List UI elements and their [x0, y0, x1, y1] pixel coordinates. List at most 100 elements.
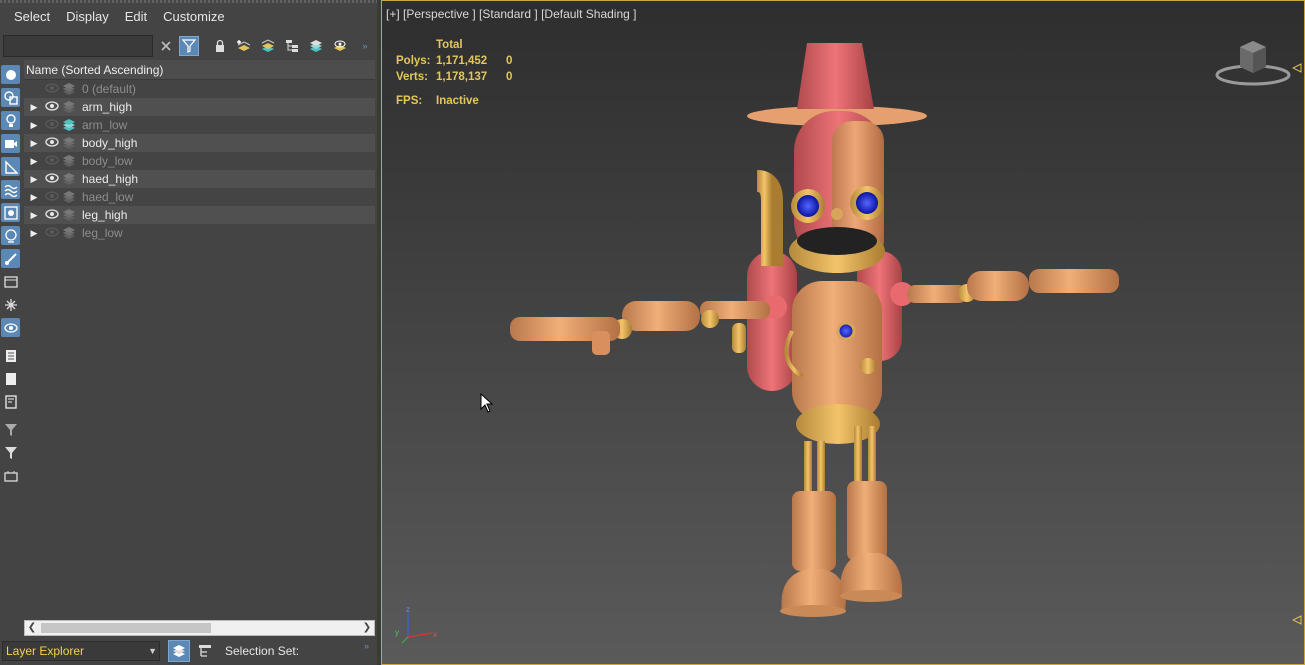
axis-y-label: y	[395, 628, 399, 637]
clear-search-icon[interactable]	[156, 36, 176, 56]
frozen-filter-icon[interactable]	[1, 295, 20, 314]
tree-row[interactable]: ▶ haed_high	[24, 170, 375, 188]
visibility-eye-icon[interactable]	[44, 172, 60, 186]
menu-display[interactable]: Display	[58, 0, 117, 34]
menu-edit[interactable]: Edit	[117, 0, 155, 34]
layer-icon	[62, 154, 76, 168]
visibility-eye-icon[interactable]	[44, 100, 60, 114]
visibility-eye-icon[interactable]	[44, 226, 60, 240]
axis-tripod-icon: z x y	[395, 605, 437, 644]
visibility-eye-icon[interactable]	[44, 208, 60, 222]
invert-display-icon[interactable]	[1, 392, 20, 411]
mouse-cursor-icon	[480, 393, 494, 413]
tree-row[interactable]: 0 (default)	[24, 80, 375, 98]
timeslider-marker-icon[interactable]	[1292, 63, 1302, 73]
hidden-filter-icon[interactable]	[1, 318, 20, 337]
tree-row[interactable]: ▶ body_high	[24, 134, 375, 152]
layer-icon	[62, 136, 76, 150]
expand-arrow-icon[interactable]: ▶	[28, 156, 40, 167]
hierarchy-icon[interactable]	[282, 36, 302, 56]
layers-stack-icon[interactable]	[306, 36, 326, 56]
sort-by-hierarchy-icon[interactable]	[194, 640, 216, 662]
filter-icon[interactable]	[1, 443, 20, 462]
selection-set-label: Selection Set:	[225, 644, 300, 658]
groups-filter-icon[interactable]	[1, 203, 20, 222]
tree-column-header[interactable]: Name (Sorted Ascending)	[24, 60, 375, 80]
display-all-icon[interactable]	[1, 346, 20, 365]
layer-name: body_high	[82, 136, 138, 150]
display-none-icon[interactable]	[1, 369, 20, 388]
explorer-bottom-bar: Layer Explorer ▼ Selection Set: »	[0, 639, 377, 665]
expand-arrow-icon[interactable]: ▶	[28, 138, 40, 149]
filter-icon-column	[0, 60, 22, 665]
explorer-type-dropdown[interactable]: Layer Explorer ▼	[2, 641, 160, 661]
chevron-down-icon: ▼	[148, 646, 157, 656]
bottom-overflow-icon[interactable]: »	[364, 641, 369, 651]
axis-x-label: x	[433, 630, 437, 639]
tree-row[interactable]: ▶ arm_low	[24, 116, 375, 134]
expand-arrow-icon[interactable]: ▶	[28, 192, 40, 203]
spacewarps-filter-icon[interactable]	[1, 180, 20, 199]
filter-options-icon[interactable]	[1, 420, 20, 439]
layer-tree: Name (Sorted Ascending) 0 (default) ▶ arm_…	[24, 60, 375, 620]
expand-arrow-icon[interactable]: ▶	[28, 120, 40, 131]
layer-icon	[62, 190, 76, 204]
layer-icon	[62, 226, 76, 240]
visibility-eye-icon[interactable]	[44, 118, 60, 132]
expand-arrow-icon[interactable]: ▶	[28, 174, 40, 185]
xrefs-filter-icon[interactable]	[1, 226, 20, 245]
lights-filter-icon[interactable]	[1, 111, 20, 130]
scroll-left-icon[interactable]: ❮	[25, 621, 39, 635]
panel-grip[interactable]	[0, 0, 377, 3]
geometry-filter-icon[interactable]	[1, 65, 20, 84]
expand-arrow-icon[interactable]: ▶	[28, 210, 40, 221]
axis-z-label: z	[406, 605, 410, 614]
new-layer-icon[interactable]	[234, 36, 254, 56]
tree-row[interactable]: ▶ arm_high	[24, 98, 375, 116]
sort-by-layer-icon[interactable]	[168, 640, 190, 662]
tree-row[interactable]: ▶ haed_low	[24, 188, 375, 206]
horizontal-scrollbar[interactable]: ❮ ❯	[24, 620, 375, 636]
layer-name: haed_high	[82, 172, 139, 186]
helpers-filter-icon[interactable]	[1, 157, 20, 176]
lock-icon[interactable]	[210, 36, 230, 56]
visibility-eye-icon[interactable]	[44, 190, 60, 204]
visibility-eye-icon[interactable]	[44, 154, 60, 168]
explorer-type-value: Layer Explorer	[6, 644, 85, 658]
expand-arrow-icon[interactable]: ▶	[28, 102, 40, 113]
polys-label: Polys:	[396, 55, 431, 67]
visibility-eye-icon[interactable]	[44, 82, 60, 96]
filter-toggle-icon[interactable]	[179, 36, 199, 56]
layer-icon	[62, 118, 76, 132]
viewcube-icon[interactable]	[1214, 37, 1292, 91]
scrollbar-thumb[interactable]	[41, 623, 211, 633]
layer-visibility-icon[interactable]	[330, 36, 350, 56]
toolbar-overflow-icon[interactable]: »	[358, 36, 372, 56]
polys-total: 1,171,452	[436, 55, 488, 67]
shapes-filter-icon[interactable]	[1, 88, 20, 107]
containers-filter-icon[interactable]	[1, 272, 20, 291]
menu-customize[interactable]: Customize	[155, 0, 232, 34]
layer-icon	[62, 100, 76, 114]
scroll-right-icon[interactable]: ❯	[360, 621, 374, 635]
visibility-eye-icon[interactable]	[44, 136, 60, 150]
selection-set-icon[interactable]	[1, 466, 20, 485]
robot-3d-model[interactable]	[502, 31, 1132, 621]
menu-select[interactable]: Select	[6, 0, 58, 34]
timeslider-marker-icon[interactable]	[1292, 615, 1302, 625]
tree-row[interactable]: ▶ leg_low	[24, 224, 375, 242]
cameras-filter-icon[interactable]	[1, 134, 20, 153]
viewport-label-menu[interactable]: [+] [Perspective ] [Standard ] [Default …	[386, 7, 636, 21]
verts-label: Verts:	[396, 71, 428, 83]
tree-row[interactable]: ▶ leg_high	[24, 206, 375, 224]
layer-name: haed_low	[82, 190, 134, 204]
tree-rows: 0 (default) ▶ arm_high ▶ arm_low ▶ body_high ▶ b…	[24, 80, 375, 242]
expand-arrow-icon[interactable]: ▶	[28, 228, 40, 239]
search-input[interactable]	[3, 35, 153, 57]
tree-row[interactable]: ▶ body_low	[24, 152, 375, 170]
add-to-layer-icon[interactable]	[258, 36, 278, 56]
bones-filter-icon[interactable]	[1, 249, 20, 268]
layer-name: leg_high	[82, 208, 128, 222]
perspective-viewport[interactable]: [+] [Perspective ] [Standard ] [Default …	[381, 0, 1305, 665]
layer-icon	[62, 82, 76, 96]
